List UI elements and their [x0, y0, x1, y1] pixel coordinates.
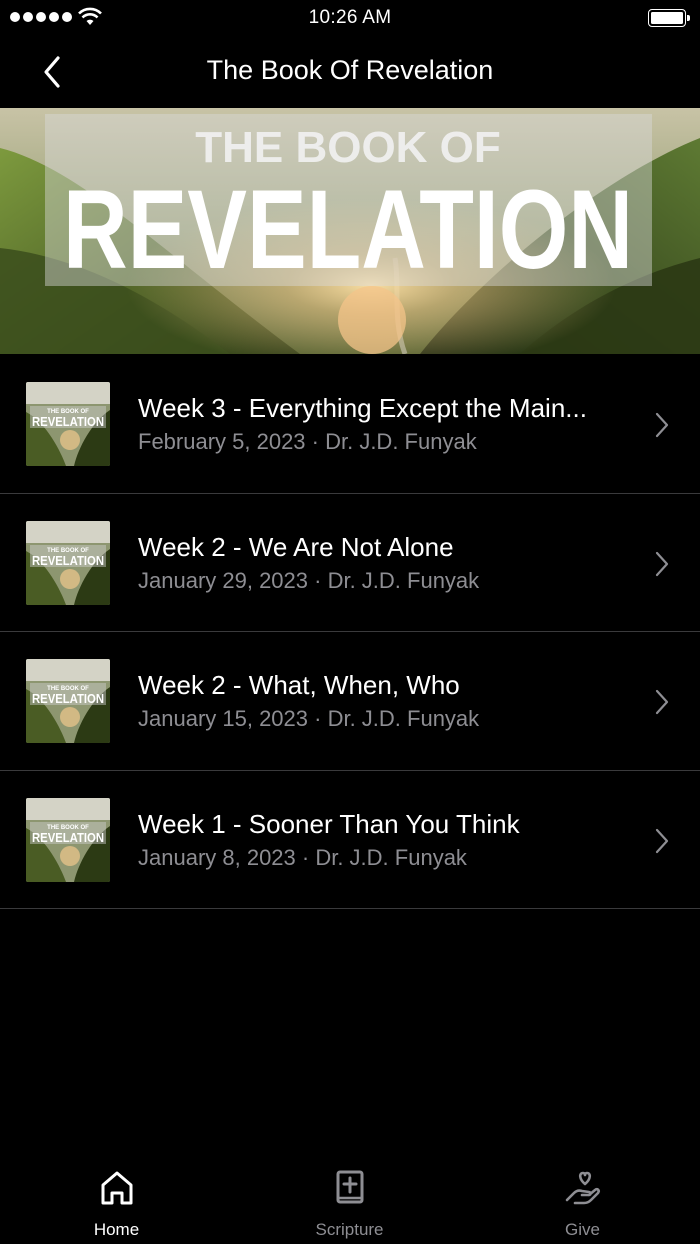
- tab-scripture[interactable]: Scripture: [233, 1154, 466, 1244]
- sermon-meta: January 8, 2023 · Dr. J.D. Funyak: [138, 844, 467, 870]
- give-hand-heart-icon: [565, 1171, 600, 1205]
- sermon-thumbnail: THE BOOK OF REVELATION: [26, 520, 110, 605]
- sermon-title: Week 3 - Everything Except the Main...: [138, 393, 587, 423]
- page-title: The Book Of Revelation: [206, 55, 494, 85]
- chevron-right-icon: [655, 689, 669, 715]
- sermon-thumbnail: THE BOOK OF REVELATION: [26, 797, 110, 882]
- sermon-thumbnail: THE BOOK OF REVELATION: [26, 659, 110, 743]
- thumb-line2: REVELATION: [32, 830, 104, 845]
- chevron-right-icon: [655, 551, 669, 576]
- tab-give[interactable]: Give: [466, 1154, 699, 1244]
- sermon-row[interactable]: THE BOOK OF REVELATION Week 2 - What, Wh…: [0, 632, 700, 771]
- navigation-bar: The Book Of Revelation: [0, 36, 700, 108]
- sermon-row[interactable]: THE BOOK OF REVELATION Week 1 - Sooner T…: [0, 771, 700, 909]
- tab-give-label: Give: [565, 1220, 600, 1239]
- sermon-title: Week 1 - Sooner Than You Think: [138, 808, 520, 839]
- sermon-thumbnail: THE BOOK OF REVELATION: [26, 382, 110, 466]
- sermon-meta: January 29, 2023 · Dr. J.D. Funyak: [138, 567, 480, 593]
- battery-icon: [648, 9, 690, 27]
- status-time: 10:26 AM: [308, 7, 392, 28]
- screen: 10:26 AM The Book Of Revelation THE BOOK…: [0, 0, 700, 1244]
- sermon-row[interactable]: THE BOOK OF REVELATION Week 2 - We Are N…: [0, 494, 700, 632]
- sermon-meta: February 5, 2023 · Dr. J.D. Funyak: [138, 429, 477, 454]
- banner-line2: REVELATION: [63, 167, 633, 292]
- bible-icon: [336, 1170, 363, 1204]
- thumb-line2: REVELATION: [32, 553, 104, 568]
- thumb-line2: REVELATION: [32, 691, 104, 706]
- sermon-list: THE BOOK OF REVELATION Week 3 - Everythi…: [0, 355, 700, 909]
- sermon-title: Week 2 - We Are Not Alone: [138, 531, 454, 562]
- tab-home[interactable]: Home: [0, 1154, 233, 1244]
- chevron-right-icon: [655, 412, 669, 438]
- home-icon: [101, 1171, 132, 1205]
- tab-bar: Home Scripture Give: [0, 1154, 700, 1244]
- tab-scripture-label: Scripture: [315, 1220, 384, 1239]
- thumb-line2: REVELATION: [32, 414, 104, 429]
- sermon-title: Week 2 - What, When, Who: [138, 670, 460, 700]
- tab-home-label: Home: [93, 1220, 140, 1239]
- banner-line1: THE BOOK OF: [195, 123, 501, 172]
- sermon-row[interactable]: THE BOOK OF REVELATION Week 3 - Everythi…: [0, 355, 700, 494]
- series-banner: THE BOOK OF REVELATION: [0, 108, 700, 354]
- status-bar: 10:26 AM: [0, 0, 700, 36]
- chevron-right-icon: [655, 828, 669, 853]
- sermon-meta: January 15, 2023 · Dr. J.D. Funyak: [138, 706, 480, 731]
